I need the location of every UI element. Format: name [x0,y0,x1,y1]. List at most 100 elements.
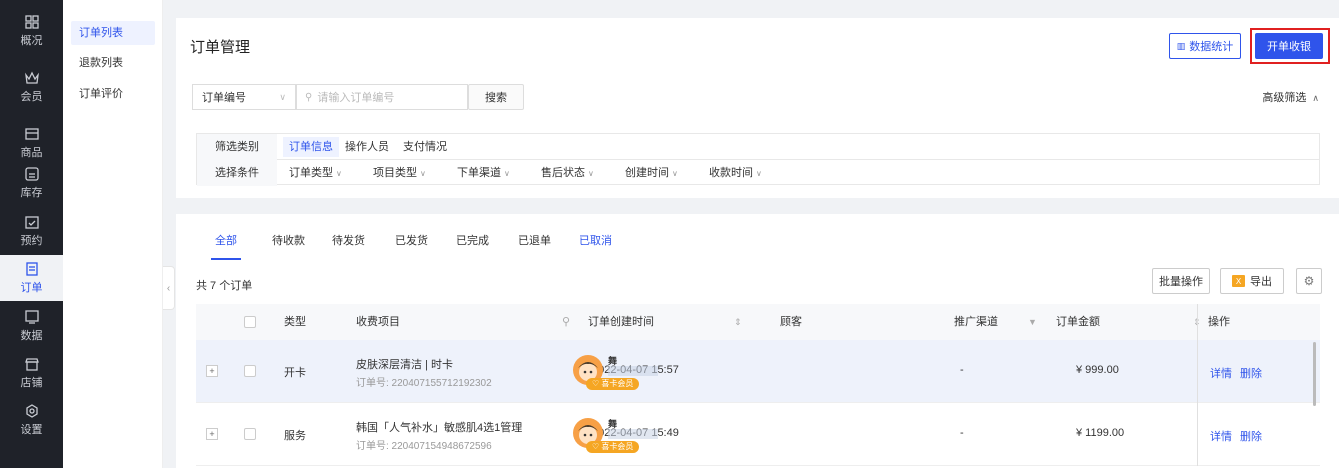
nav-label: 店铺 [20,376,43,389]
nav-label: 设置 [20,423,43,436]
nav-label: 会员 [20,90,43,103]
row-project: 韩国「人气补水」敏感肌4选1管理 [356,422,523,434]
delete-link[interactable]: 删除 [1240,428,1262,444]
col-type: 类型 [284,316,306,328]
row-amount: ¥ 999.00 [1076,364,1119,376]
tab-cancelled[interactable]: 已取消 [579,232,612,254]
table-row[interactable]: + 服务 韩国「人气补水」敏感肌4选1管理 订单号: 2204071549486… [196,403,1320,466]
search-placeholder: 请输入订单编号 [317,92,395,104]
col-amount: 订单金额 [1056,316,1100,328]
chevron-down-icon: ∨ [420,169,426,178]
customer-phone-blurred [608,429,658,439]
condition-after-sales[interactable]: 售后状态 ∨ [535,163,600,183]
condition-created-time[interactable]: 创建时间 ∨ [619,163,684,183]
nav-label: 预约 [20,234,43,247]
col-project: 收费项目 [356,316,400,328]
search-icon: ⚲ [562,316,571,328]
nav-item-overview[interactable]: 概况 [0,8,63,54]
col-created-sort[interactable]: ⇕ [730,304,742,340]
nav-item-inventory[interactable]: 库存 [0,160,63,206]
condition-order-type[interactable]: 订单类型 ∨ [283,163,348,183]
nav-item-members[interactable]: 会员 [0,64,63,110]
tab-shipped[interactable]: 已发货 [395,232,428,254]
row-type: 服务 [284,430,306,442]
nav-item-orders[interactable]: 订单 [0,255,63,301]
vertical-scrollbar[interactable] [1313,342,1316,406]
row-amount: ¥ 1199.00 [1076,427,1125,439]
select-all-checkbox[interactable] [244,316,256,328]
nav-item-data[interactable]: 数据 [0,303,63,349]
chevron-down-icon: ∨ [588,169,594,178]
col-project-search[interactable]: ⚲ [562,304,570,340]
shop-icon [24,357,39,371]
tab-pending-payment[interactable]: 待收款 [272,232,305,254]
sub-nav: 订单列表 退款列表 订单评价 [63,0,163,468]
customer-phone-blurred [608,366,658,376]
expand-row-button[interactable]: + [206,428,218,440]
category-order-info[interactable]: 订单信息 [283,136,339,157]
chevron-down-icon: ∨ [336,169,342,178]
condition-label: 创建时间 [625,167,669,179]
detail-link[interactable]: 详情 [1210,428,1232,444]
row-actions: 详情 删除 [1197,403,1320,466]
tab-all[interactable]: 全部 [211,232,241,260]
condition-label: 售后状态 [541,167,585,179]
nav-label: 商品 [20,146,43,159]
category-operator[interactable]: 操作人员 [339,137,395,157]
subnav-order-reviews[interactable]: 订单评价 [71,82,155,106]
condition-payment-time[interactable]: 收款时间 ∨ [703,163,768,183]
nav-item-shop[interactable]: 店铺 [0,350,63,396]
product-icon [24,127,39,141]
nav-item-settings[interactable]: 设置 [0,397,63,443]
col-customer: 顾客 [780,316,802,328]
advanced-filter-toggle[interactable]: 高级筛选 ∧ [1262,89,1319,105]
nav-item-appointments[interactable]: 预约 [0,208,63,254]
col-actions-cell: 操作 [1197,304,1320,340]
export-button[interactable]: X 导出 [1220,268,1284,294]
chevron-left-icon: ‹ [166,282,171,294]
tab-completed[interactable]: 已完成 [456,232,489,254]
chart-icon: ▥ [1176,40,1186,51]
data-stats-button[interactable]: ▥ 数据统计 [1169,33,1241,59]
row-checkbox[interactable] [244,365,256,377]
condition-label: 收款时间 [709,167,753,179]
row-checkbox[interactable] [244,428,256,440]
nav-label: 数据 [20,329,43,342]
search-type-select[interactable]: 订单编号 ∨ [192,84,296,110]
order-list-panel: 全部 待收款 待发货 已发货 已完成 已退单 已取消 共 7 个订单 批量操作 … [176,214,1339,468]
delete-link[interactable]: 删除 [1240,365,1262,381]
batch-operation-button[interactable]: 批量操作 [1152,268,1210,294]
category-payment[interactable]: 支付情况 [397,137,453,157]
filter-condition-label: 选择条件 [197,160,277,186]
search-input[interactable]: ⚲ 请输入订单编号 [296,84,468,110]
subnav-refund-list[interactable]: 退款列表 [71,51,155,75]
collapse-sidebar-button[interactable]: ‹ [163,266,175,310]
subnav-order-list[interactable]: 订单列表 [71,21,155,45]
condition-label: 订单类型 [289,167,333,179]
col-channel-filter[interactable]: ▼ [1028,304,1037,340]
expand-row-button[interactable]: + [206,365,218,377]
filter-icon: ▼ [1028,317,1037,327]
chevron-down-icon: ∨ [672,169,678,178]
table-row[interactable]: + 开卡 皮肤深层清洁 | 时卡 订单号: 220407155712192302… [196,340,1320,403]
settings-icon [25,403,39,418]
nav-label: 库存 [20,186,43,199]
member-badge: ♡ 喜卡会员 [586,441,640,453]
detail-link[interactable]: 详情 [1210,365,1232,381]
chevron-down-icon: ∨ [279,91,286,102]
filter-category-row: 筛选类别 订单信息 操作人员 支付情况 [197,133,1319,160]
chevron-down-icon: ∨ [756,169,762,178]
nav-label: 订单 [20,281,43,294]
calendar-icon [24,215,39,229]
open-order-button[interactable]: 开单收银 [1255,33,1323,59]
col-created[interactable]: 订单创建时间 [588,304,654,340]
table-settings-button[interactable]: ⚙ [1296,268,1322,294]
nav-label: 概况 [20,34,43,47]
condition-project-type[interactable]: 项目类型 ∨ [367,163,432,183]
condition-channel[interactable]: 下单渠道 ∨ [451,163,516,183]
tab-pending-shipment[interactable]: 待发货 [332,232,365,254]
order-icon [25,261,39,276]
tab-refunded[interactable]: 已退单 [518,232,551,254]
inventory-icon [24,166,39,181]
search-button[interactable]: 搜索 [468,84,524,110]
